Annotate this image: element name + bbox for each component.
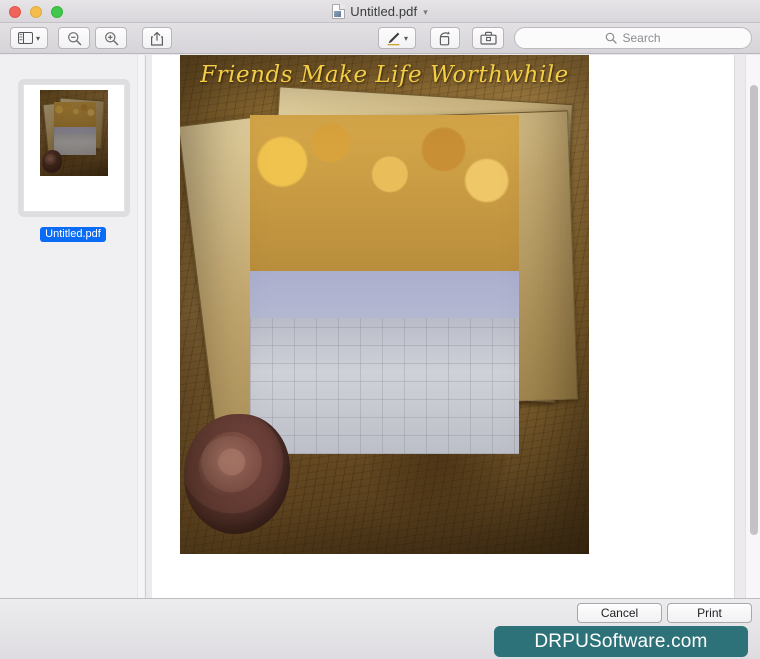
zoom-in-button[interactable] [95,27,127,49]
share-button[interactable] [142,27,172,49]
print-button[interactable]: Print [667,603,752,623]
thumbnail-label-row: Untitled.pdf [0,227,145,242]
share-icon [150,31,164,46]
sidebar-scrollbar[interactable] [137,55,144,598]
cancel-button[interactable]: Cancel [577,603,662,623]
markup-button[interactable]: ▾ [378,27,416,49]
thumbnail-sidebar[interactable]: Untitled.pdf [0,55,146,598]
chevron-down-icon[interactable]: ▾ [423,8,428,17]
document-pane[interactable]: Friends Make Life Worthwhile [147,55,760,598]
rotate-left-button[interactable] [430,27,460,49]
window-title-group: Untitled.pdf ▾ [0,0,760,23]
zoom-out-button[interactable] [58,27,90,49]
sidebar-icon [17,32,33,44]
scrollbar-thumb[interactable] [750,85,758,535]
thumbnail-item[interactable] [18,79,130,217]
toolbox-button[interactable] [472,27,504,49]
preview-window: Untitled.pdf ▾ ▾ ▾ Search Untitled.pdf F… [0,0,760,659]
chevron-down-icon[interactable]: ▾ [36,35,40,43]
thumbnail-page [23,84,125,212]
thumbnail-artwork [40,90,108,176]
toolbar: ▾ ▾ Search [0,23,760,54]
search-icon [605,32,618,44]
window-title-bar: Untitled.pdf ▾ [0,0,760,23]
pdf-document-icon [332,4,346,19]
page-artwork: Friends Make Life Worthwhile [180,55,589,554]
watermark-badge: DRPUSoftware.com [494,626,748,657]
zoom-in-icon [104,31,119,46]
watermark-text: DRPUSoftware.com [534,630,708,652]
sidebar-toggle-button[interactable]: ▾ [10,27,48,49]
document-scrollbar[interactable] [745,55,760,598]
chevron-down-icon[interactable]: ▾ [404,35,408,43]
thumbnail-label[interactable]: Untitled.pdf [40,227,106,242]
toolbox-icon [479,31,497,45]
artwork-title: Friends Make Life Worthwhile [200,62,569,89]
search-placeholder: Search [622,31,661,45]
window-title: Untitled.pdf [350,4,418,19]
vignette [180,55,589,554]
vignette [40,90,108,176]
rotate-left-icon [438,30,453,46]
search-field[interactable]: Search [514,27,752,49]
zoom-out-icon [67,31,82,46]
pdf-page: Friends Make Life Worthwhile [152,55,735,598]
markup-pen-icon [386,31,401,46]
